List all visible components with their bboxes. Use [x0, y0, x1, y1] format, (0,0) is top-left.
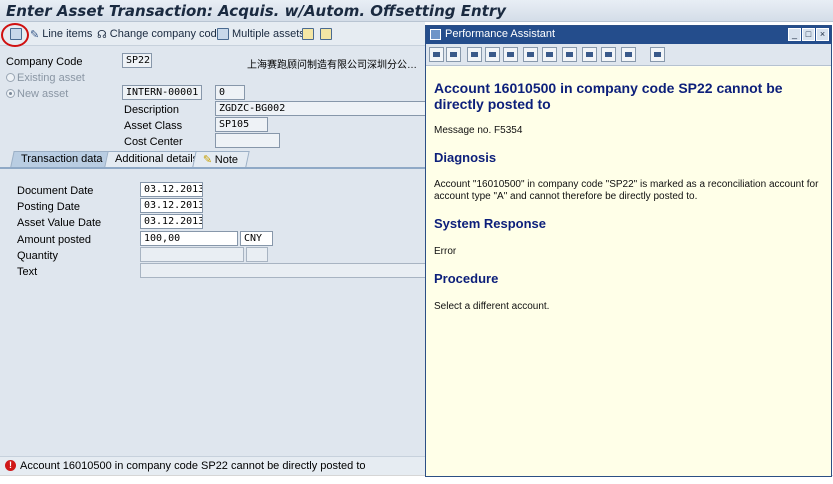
line-items-label: Line items	[42, 28, 93, 40]
posting-date-label: Posting Date	[17, 201, 80, 213]
minimize-icon[interactable]: _	[788, 28, 801, 41]
company-code-label: Company Code	[6, 56, 83, 68]
asset-class-label: Asset Class	[124, 120, 183, 132]
existing-asset-label: Existing asset	[17, 72, 85, 84]
transaction-data-panel: Document Date 03.12.2013 Posting Date 03…	[0, 167, 425, 462]
tab-transaction-data-label: Transaction data	[21, 153, 103, 165]
bookmark-icon[interactable]	[467, 47, 482, 62]
glossary-icon[interactable]	[562, 47, 577, 62]
quantity-label: Quantity	[17, 250, 58, 262]
main-area: ✎ Line items ☊ Change company code Multi…	[0, 22, 425, 462]
existing-asset-radio[interactable]	[6, 73, 15, 82]
exit-icon[interactable]	[650, 47, 665, 62]
sheet-icon	[320, 28, 332, 40]
window-icon	[430, 29, 441, 40]
status-message: Account 16010500 in company code SP22 ca…	[20, 460, 366, 472]
document-date-label: Document Date	[17, 185, 94, 197]
window-titlebar: Enter Asset Transaction: Acquis. w/Autom…	[0, 0, 833, 22]
performance-assistant-toolbar	[426, 44, 831, 66]
performance-assistant-titlebar[interactable]: Performance Assistant _ □ ×	[426, 26, 831, 44]
system-response-heading: System Response	[434, 216, 546, 231]
headset-icon: ☊	[97, 28, 107, 41]
maximize-icon[interactable]: □	[802, 28, 815, 41]
performance-assistant-title: Performance Assistant	[445, 28, 556, 40]
performance-assistant-content: Account 16010500 in company code SP22 ca…	[426, 67, 831, 476]
new-asset-label: New asset	[17, 88, 69, 100]
diagnosis-text: Account "16010500" in company code "SP22…	[434, 179, 819, 202]
quantity-field[interactable]	[140, 247, 244, 262]
tab-note-label: Note	[215, 154, 239, 166]
error-icon: !	[5, 460, 16, 471]
close-icon[interactable]: ×	[816, 28, 829, 41]
multiple-assets-icon	[217, 28, 229, 40]
description-field[interactable]: ZGDZC-BG002	[215, 101, 425, 116]
help-icon[interactable]	[542, 47, 557, 62]
forward-arrow-icon[interactable]	[446, 47, 461, 62]
currency-field[interactable]: CNY	[240, 231, 273, 246]
document-button[interactable]	[302, 26, 314, 42]
description-label: Description	[124, 104, 180, 116]
status-bar[interactable]: ! Account 16010500 in company code SP22 …	[0, 456, 425, 475]
document-icon	[302, 28, 314, 40]
asset-value-date-field[interactable]: 03.12.2013	[140, 214, 203, 229]
text-label: Text	[17, 266, 38, 278]
tab-transaction-data[interactable]: Transaction data	[10, 151, 114, 167]
unit-field[interactable]	[246, 247, 268, 262]
document-date-field[interactable]: 03.12.2013	[140, 182, 203, 197]
message-heading: Account 16010500 in company code SP22 ca…	[434, 80, 783, 112]
amount-posted-label: Amount posted	[17, 234, 91, 246]
performance-assistant-window: Performance Assistant _ □ × Account 1601…	[425, 25, 832, 477]
multiple-assets-button[interactable]: Multiple assets	[217, 26, 305, 42]
company-name: 上海赛跑顾问制造有限公司深圳分公…	[247, 60, 417, 71]
tab-additional-details-label: Additional details	[115, 153, 199, 165]
new-asset-field[interactable]: INTERN-00001	[122, 85, 202, 100]
print-icon[interactable]	[601, 47, 616, 62]
line-items-icon: ✎	[30, 28, 40, 41]
back-arrow-icon[interactable]	[429, 47, 444, 62]
tab-note[interactable]: ✎ Note	[192, 151, 250, 167]
posting-date-field[interactable]: 03.12.2013	[140, 198, 203, 213]
application-toolbar: ✎ Line items ☊ Change company code Multi…	[0, 22, 425, 47]
navigate-icon[interactable]	[485, 47, 500, 62]
asset-value-date-label: Asset Value Date	[17, 217, 102, 229]
header-data-button[interactable]	[10, 26, 22, 42]
save-icon[interactable]	[621, 47, 636, 62]
company-code-field[interactable]: SP22	[122, 53, 152, 68]
procedure-heading: Procedure	[434, 271, 499, 286]
line-items-button[interactable]: ✎ Line items	[30, 26, 92, 42]
settings-icon[interactable]	[582, 47, 597, 62]
change-company-code-button[interactable]: ☊ Change company code	[97, 26, 223, 42]
sheet-button[interactable]	[320, 26, 332, 42]
technical-info-icon[interactable]	[523, 47, 538, 62]
window-title: Enter Asset Transaction: Acquis. w/Autom…	[6, 2, 506, 20]
amount-posted-field[interactable]: 100,00	[140, 231, 238, 246]
procedure-text: Select a different account.	[434, 301, 550, 312]
message-number: Message no. F5354	[434, 125, 523, 136]
change-company-code-label: Change company code	[109, 28, 223, 40]
multiple-assets-label: Multiple assets	[232, 28, 305, 40]
note-icon: ✎	[202, 154, 213, 166]
edit-icon[interactable]	[503, 47, 518, 62]
text-field[interactable]	[140, 263, 425, 278]
cost-center-label: Cost Center	[124, 136, 183, 148]
asset-class-field[interactable]: SP105	[215, 117, 268, 132]
cost-center-field[interactable]	[215, 133, 280, 148]
new-asset-subnumber-field[interactable]: 0	[215, 85, 245, 100]
new-asset-radio[interactable]	[6, 89, 15, 98]
diagnosis-heading: Diagnosis	[434, 150, 497, 165]
header-data-icon	[10, 28, 22, 40]
system-response-text: Error	[434, 246, 457, 257]
